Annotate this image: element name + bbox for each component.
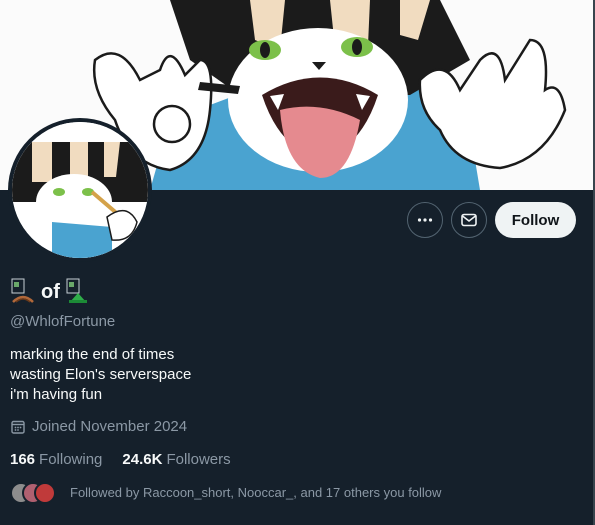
message-button[interactable] [451,202,487,238]
more-dots-icon [417,218,433,222]
broken-emoji-image-left [11,278,35,304]
envelope-icon [461,213,477,227]
display-name-text: of [41,281,60,303]
bio-line: i'm having fun [10,386,103,403]
avatar-artwork [12,122,148,258]
profile-bio: marking the end of times wasting Elon's … [10,345,191,405]
profile-avatar[interactable] [8,118,152,262]
follow-button[interactable]: Follow [495,202,576,238]
joined-text: Joined November 2024 [32,418,188,435]
more-options-button[interactable] [407,202,443,238]
bio-line: wasting Elon's serverspace [10,366,192,383]
followed-by-text: Followed by Raccoon_short, Nooccar_, and… [70,484,442,500]
following-label: Following [39,451,103,468]
broken-emoji-image-right [66,278,90,304]
following-count: 166 [10,451,36,468]
avatar [34,482,56,504]
bio-line: marking the end of times [10,346,175,363]
profile-handle: @WhlofFortune [10,313,116,330]
joined-date: Joined November 2024 [10,418,187,435]
followed-by-link[interactable]: Followed by Raccoon_short, Nooccar_, and… [10,480,441,504]
profile-stats: 166 Following 24.6K Followers [10,451,231,468]
followers-label: Followers [166,451,231,468]
followers-count: 24.6K [122,451,163,468]
calendar-icon [11,420,25,434]
display-name: of [11,274,90,304]
followed-by-avatars [10,480,58,504]
followers-link[interactable]: 24.6K Followers [122,451,230,468]
following-link[interactable]: 166 Following [10,451,102,468]
